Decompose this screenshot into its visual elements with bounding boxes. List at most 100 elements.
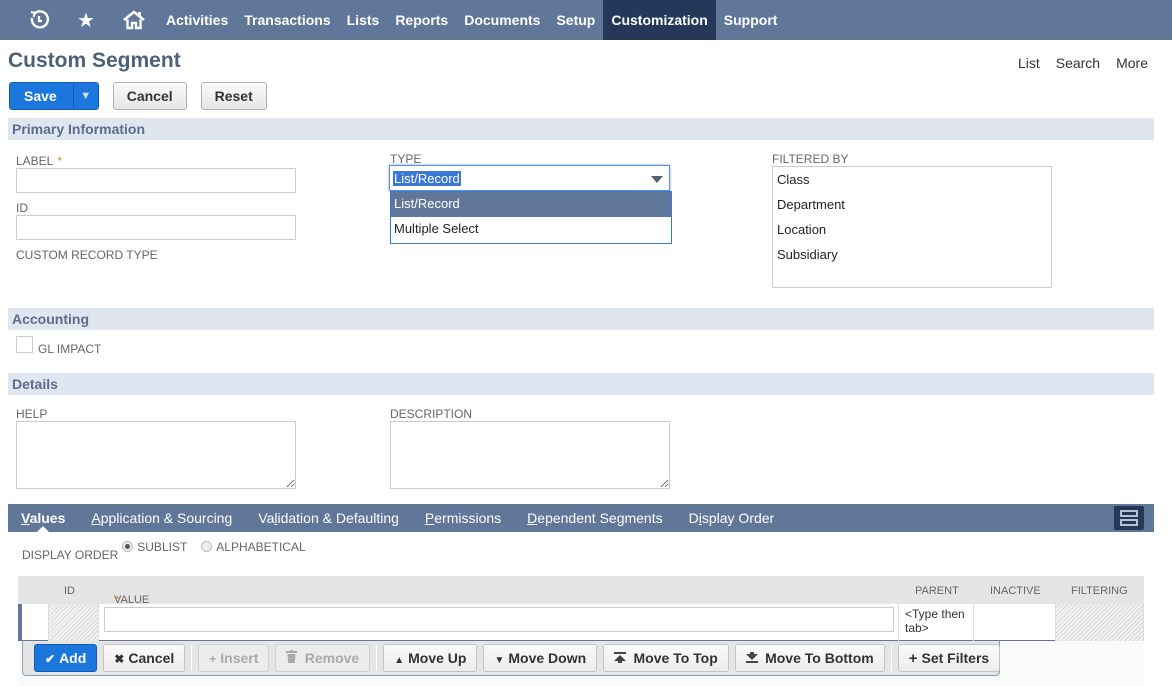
remove-button-label: Remove — [304, 650, 360, 666]
move-down-button[interactable]: ▼ Move Down — [483, 644, 598, 672]
sublist-toolbar: ✔ Add ✖ Cancel + Insert Remove ▲ Move Up ▼ Mo… — [22, 641, 1001, 676]
type-field-label: TYPE — [390, 152, 422, 166]
star-icon[interactable]: ★ — [62, 0, 110, 40]
type-option-list-record[interactable]: List/Record — [391, 192, 671, 217]
type-option-multiple-select[interactable]: Multiple Select — [391, 217, 671, 242]
gl-impact-checkbox[interactable] — [16, 336, 33, 353]
line-cancel-button-label: Cancel — [128, 650, 175, 666]
save-options-chevron-down-icon[interactable]: ▼ — [73, 83, 98, 109]
type-dropdown-list: List/Record Multiple Select — [390, 191, 672, 244]
id-input[interactable] — [16, 215, 296, 240]
value-input[interactable] — [104, 607, 894, 632]
id-cell-readonly — [48, 604, 99, 641]
nav-support[interactable]: Support — [716, 0, 786, 40]
tab-display-order[interactable]: Display Order — [676, 504, 788, 532]
add-button-label: Add — [59, 650, 87, 666]
accesskey-letter: D — [527, 510, 538, 526]
move-to-bottom-button[interactable]: Move To Bottom — [734, 644, 885, 672]
close-icon: ✖ — [114, 652, 125, 666]
accesskey-letter: V — [21, 510, 30, 526]
description-label: DESCRIPTION — [390, 407, 473, 421]
filter-option-subsidiary[interactable]: Subsidiary — [773, 245, 1051, 270]
radio-selected-icon[interactable] — [122, 541, 134, 552]
help-label: HELP — [16, 407, 48, 421]
set-filters-button-label: Set Filters — [921, 650, 990, 666]
toolbar-divider — [191, 645, 193, 671]
save-button-group: Save ▼ — [9, 82, 99, 110]
filtered-by-multiselect[interactable]: Class Department Location Subsidiary — [772, 166, 1052, 288]
accesskey-letter: A — [91, 510, 101, 526]
radio-sublist[interactable]: SUBLIST — [118, 540, 187, 554]
tab-permissions-label: Permissions — [424, 510, 502, 526]
radio-alphabetical[interactable]: ALPHABETICAL — [197, 540, 306, 554]
chevron-down-icon[interactable] — [651, 176, 663, 183]
more-link[interactable]: More — [1116, 55, 1148, 71]
col-parent: PARENT — [915, 585, 959, 597]
tab-dependent-segments-label: Dependent Segments — [527, 510, 663, 526]
tab-display-order-label: Display Order — [688, 510, 775, 526]
label-input[interactable] — [16, 168, 296, 193]
nav-setup[interactable]: Setup — [548, 0, 603, 40]
display-order-group: DISPLAY ORDER SUBLIST ALPHABETICAL — [22, 540, 316, 562]
nav-customization[interactable]: Customization — [603, 0, 716, 40]
help-textarea[interactable] — [16, 421, 296, 489]
filter-option-department[interactable]: Department — [773, 195, 1051, 220]
arrow-down-icon: ▼ — [494, 655, 505, 666]
radio-alphabetical-label: ALPHABETICAL — [216, 540, 306, 554]
move-to-top-button[interactable]: Move To Top — [603, 644, 729, 672]
table-header: ID VALUE * PARENT INACTIVE FILTERING — [18, 576, 1144, 606]
remove-button[interactable]: Remove — [275, 644, 371, 672]
tab-validation-defaulting[interactable]: Validation & Defaulting — [245, 504, 412, 532]
description-textarea[interactable] — [390, 421, 670, 489]
type-select-value: List/Record — [393, 171, 461, 186]
tab-dependent-segments[interactable]: Dependent Segments — [514, 504, 675, 532]
inactive-cell[interactable] — [975, 604, 1055, 641]
filter-option-class[interactable]: Class — [773, 170, 1051, 195]
move-to-top-button-label: Move To Top — [633, 650, 718, 666]
parent-input[interactable]: <Type then tab> — [898, 604, 974, 641]
move-down-button-label: Move Down — [508, 650, 587, 666]
move-up-button[interactable]: ▲ Move Up — [383, 644, 478, 672]
accesskey-letter: l — [274, 510, 278, 526]
gl-impact-label: GL IMPACT — [38, 342, 102, 356]
type-select[interactable]: List/Record — [389, 165, 670, 191]
move-up-button-label: Move Up — [408, 650, 467, 666]
section-primary-information: Primary Information — [8, 118, 1154, 140]
insert-button[interactable]: + Insert — [198, 644, 270, 672]
tab-values-label: Values — [21, 510, 66, 526]
move-to-bottom-button-label: Move To Bottom — [765, 650, 874, 666]
move-to-bottom-icon — [745, 652, 761, 666]
view-toggle-icon[interactable] — [1114, 506, 1144, 530]
home-icon[interactable] — [110, 0, 158, 40]
nav-lists[interactable]: Lists — [339, 0, 388, 40]
plus-icon: + — [209, 652, 217, 666]
check-icon: ✔ — [45, 652, 56, 666]
tab-permissions[interactable]: Permissions — [412, 504, 514, 532]
tab-application-sourcing-label: Application & Sourcing — [91, 510, 233, 526]
line-cancel-button[interactable]: ✖ Cancel — [103, 644, 186, 672]
cancel-button[interactable]: Cancel — [112, 82, 187, 110]
search-link[interactable]: Search — [1056, 55, 1100, 71]
reset-button[interactable]: Reset — [200, 82, 267, 110]
set-filters-button[interactable]: + Set Filters — [897, 644, 1001, 672]
list-link[interactable]: List — [1018, 55, 1040, 71]
tab-values[interactable]: Values — [8, 504, 78, 532]
col-id: ID — [64, 585, 75, 597]
plus-icon: + — [908, 650, 918, 667]
row-indicator — [18, 604, 22, 641]
toolbar-divider — [890, 645, 892, 671]
nav-documents[interactable]: Documents — [456, 0, 548, 40]
nav-activities[interactable]: Activities — [158, 0, 236, 40]
recent-icon[interactable] — [16, 0, 62, 40]
save-button[interactable]: Save — [10, 83, 74, 109]
col-filtering: FILTERING — [1071, 585, 1128, 597]
move-to-top-icon — [614, 652, 629, 666]
tab-application-sourcing[interactable]: Application & Sourcing — [78, 504, 245, 532]
add-button[interactable]: ✔ Add — [34, 644, 98, 672]
radio-unselected-icon[interactable] — [201, 541, 213, 552]
nav-transactions[interactable]: Transactions — [236, 0, 338, 40]
nav-reports[interactable]: Reports — [387, 0, 456, 40]
insert-button-label: Insert — [220, 650, 259, 666]
accesskey-letter: P — [424, 510, 435, 526]
filter-option-location[interactable]: Location — [773, 220, 1051, 245]
